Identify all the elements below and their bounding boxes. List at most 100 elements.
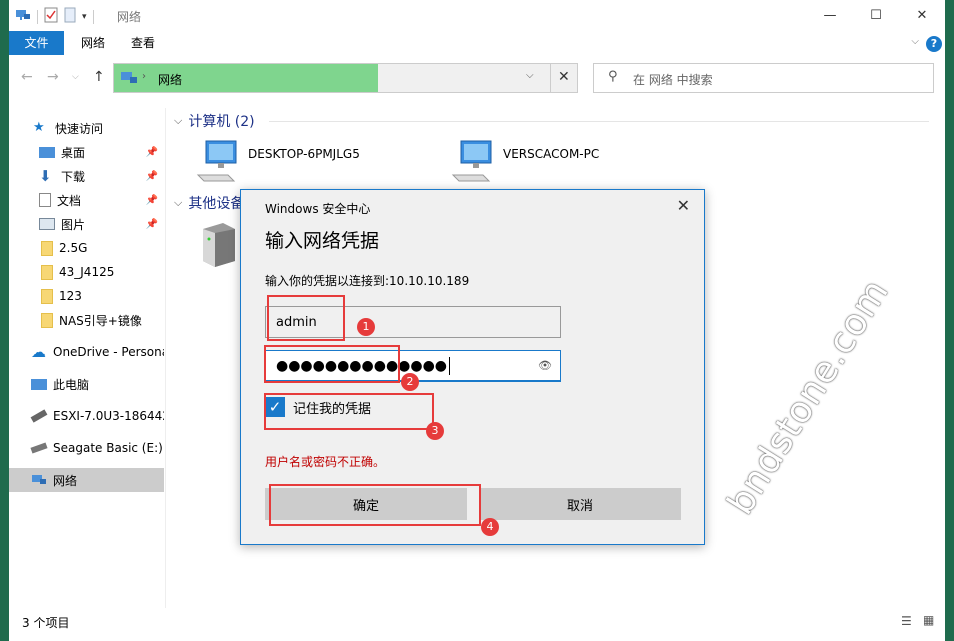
search-box[interactable]: ⚲ 在 网络 中搜索 — [593, 63, 934, 93]
tab-view[interactable]: 查看 — [117, 31, 169, 55]
credential-dialog: Windows 安全中心 ✕ 输入网络凭据 输入你的凭据以连接到:10.10.1… — [240, 189, 705, 545]
sidebar-item-documents[interactable]: 文档 📌 — [9, 188, 164, 212]
help-button[interactable]: ? — [926, 36, 942, 52]
sidebar-item-label: 网络 — [53, 473, 78, 488]
desktop-strip-right — [945, 0, 954, 641]
sidebar-item-label: 图片 — [61, 217, 86, 232]
sidebar-item-label: 123 — [59, 289, 82, 303]
computer-item[interactable]: DESKTOP-6PMJLG5 — [196, 139, 360, 186]
tab-file[interactable]: 文件 — [9, 31, 64, 55]
dialog-heading: 输入网络凭据 — [265, 230, 380, 252]
address-dropdown-icon[interactable]: ⌵ — [526, 70, 534, 81]
chevron-down-icon[interactable]: ▾ — [82, 12, 87, 22]
breadcrumb[interactable]: 网络 — [158, 71, 182, 88]
item-count: 3 个项目 — [22, 616, 70, 630]
new-folder-icon[interactable] — [64, 7, 76, 26]
sidebar-item-label: 快速访问 — [55, 121, 104, 136]
sidebar-item-pictures[interactable]: 图片 📌 — [9, 212, 164, 236]
sidebar-item-label: NAS引导+镜像 — [59, 313, 142, 328]
annotation-badge: 1 — [357, 318, 375, 336]
search-input[interactable]: 在 网络 中搜索 — [633, 71, 713, 88]
group-header-computers[interactable]: ⌵ 计算机 (2) — [174, 111, 255, 131]
document-icon — [39, 193, 51, 207]
annotation-box — [269, 484, 481, 526]
nas-device-icon — [199, 221, 239, 270]
sidebar-item-label: ESXI-7.0U3-186442 — [53, 409, 164, 423]
text-cursor — [449, 356, 451, 375]
annotation-badge: 4 — [481, 518, 499, 536]
computer-icon — [451, 139, 495, 186]
usb-drive-icon — [30, 409, 48, 423]
sidebar-item-label: 此电脑 — [53, 377, 90, 392]
folder-icon — [41, 240, 53, 256]
window-title: 网络 — [117, 10, 142, 24]
sidebar-item-folder-123[interactable]: 123 — [9, 284, 164, 308]
picture-icon — [39, 218, 55, 230]
separator — [92, 9, 94, 24]
navigation-pane: ★ 快速访问 桌面 📌 ⬇ 下载 📌 文档 📌 图片 📌 2.5G 43_J41… — [9, 108, 166, 608]
details-view-icon[interactable]: ☰ — [901, 614, 912, 628]
sidebar-item-seagate[interactable]: Seagate Basic (E:) — [9, 436, 164, 460]
group-title: 计算机 (2) — [188, 114, 255, 130]
properties-icon[interactable] — [44, 7, 58, 26]
pin-icon: 📌 — [145, 194, 158, 206]
reveal-password-icon[interactable]: 👁 — [538, 359, 552, 372]
folder-icon — [41, 288, 53, 304]
computer-label: DESKTOP-6PMJLG5 — [248, 147, 360, 161]
sidebar-item-label: 桌面 — [61, 145, 86, 160]
expand-ribbon-icon[interactable]: ⌵ — [911, 36, 919, 47]
sidebar-item-onedrive[interactable]: ☁ OneDrive - Persona — [9, 340, 164, 364]
cancel-button[interactable]: 取消 — [479, 488, 681, 520]
annotation-badge: 3 — [426, 422, 444, 440]
sidebar-item-downloads[interactable]: ⬇ 下载 📌 — [9, 164, 164, 188]
sidebar-item-quick-access[interactable]: ★ 快速访问 — [9, 116, 164, 140]
star-icon: ★ — [33, 120, 45, 135]
group-title: 其他设备 — [188, 196, 245, 212]
status-bar: 3 个项目 ☰ ▦ — [9, 610, 945, 634]
group-header-other-devices[interactable]: ⌵ 其他设备 — [174, 193, 244, 213]
computer-label: VERSCACOM-PC — [503, 147, 600, 161]
dialog-close-icon[interactable]: ✕ — [677, 196, 690, 215]
computer-item[interactable]: VERSCACOM-PC — [451, 139, 599, 186]
sidebar-item-folder-nas[interactable]: NAS引导+镜像 — [9, 308, 164, 332]
divider — [550, 64, 551, 92]
sidebar-item-label: 文档 — [57, 193, 82, 208]
chevron-down-icon: ⌵ — [174, 114, 183, 127]
back-arrow-icon[interactable]: ← — [21, 69, 33, 85]
sidebar-item-label: 2.5G — [59, 241, 88, 255]
maximize-button[interactable]: ☐ — [853, 0, 899, 31]
minimize-button[interactable]: — — [807, 0, 853, 31]
sidebar-item-folder-2-5g[interactable]: 2.5G — [9, 236, 164, 260]
sidebar-item-esxi-drive[interactable]: ESXI-7.0U3-186442 — [9, 404, 164, 428]
tab-network[interactable]: 网络 — [67, 31, 119, 55]
sidebar-item-label: Seagate Basic (E:) — [53, 441, 163, 455]
sidebar-item-this-pc[interactable]: 此电脑 — [9, 372, 164, 396]
sidebar-item-network[interactable]: 网络 — [9, 468, 164, 492]
annotation-box — [267, 295, 345, 341]
clear-address-icon[interactable]: ✕ — [558, 69, 570, 85]
forward-arrow-icon[interactable]: → — [47, 69, 59, 85]
desktop-icon — [39, 146, 55, 158]
large-icons-view-icon[interactable]: ▦ — [923, 613, 934, 627]
up-arrow-icon[interactable]: ↑ — [93, 69, 105, 85]
divider — [269, 121, 929, 122]
recent-dropdown-icon[interactable]: ⌵ — [72, 72, 79, 82]
annotation-badge: 2 — [401, 373, 419, 391]
download-icon: ⬇ — [39, 167, 52, 185]
close-button[interactable]: ✕ — [899, 0, 945, 31]
sidebar-item-label: 43_J4125 — [59, 265, 115, 279]
network-icon — [120, 70, 138, 89]
address-bar[interactable]: › 网络 ⌵ ✕ — [113, 63, 578, 93]
pin-icon: 📌 — [145, 218, 158, 230]
computer-icon — [196, 139, 240, 186]
sidebar-item-label: 下载 — [61, 169, 86, 184]
separator — [37, 9, 38, 24]
sidebar-item-folder-43-j4125[interactable]: 43_J4125 — [9, 260, 164, 284]
sidebar-item-desktop[interactable]: 桌面 📌 — [9, 140, 164, 164]
folder-icon — [41, 264, 53, 280]
dialog-title: Windows 安全中心 — [265, 202, 371, 216]
drive-icon — [30, 442, 48, 454]
annotation-box — [264, 345, 400, 383]
pin-icon: 📌 — [145, 146, 158, 158]
title-bar: ▾ 网络 — ☐ ✕ — [9, 0, 945, 31]
